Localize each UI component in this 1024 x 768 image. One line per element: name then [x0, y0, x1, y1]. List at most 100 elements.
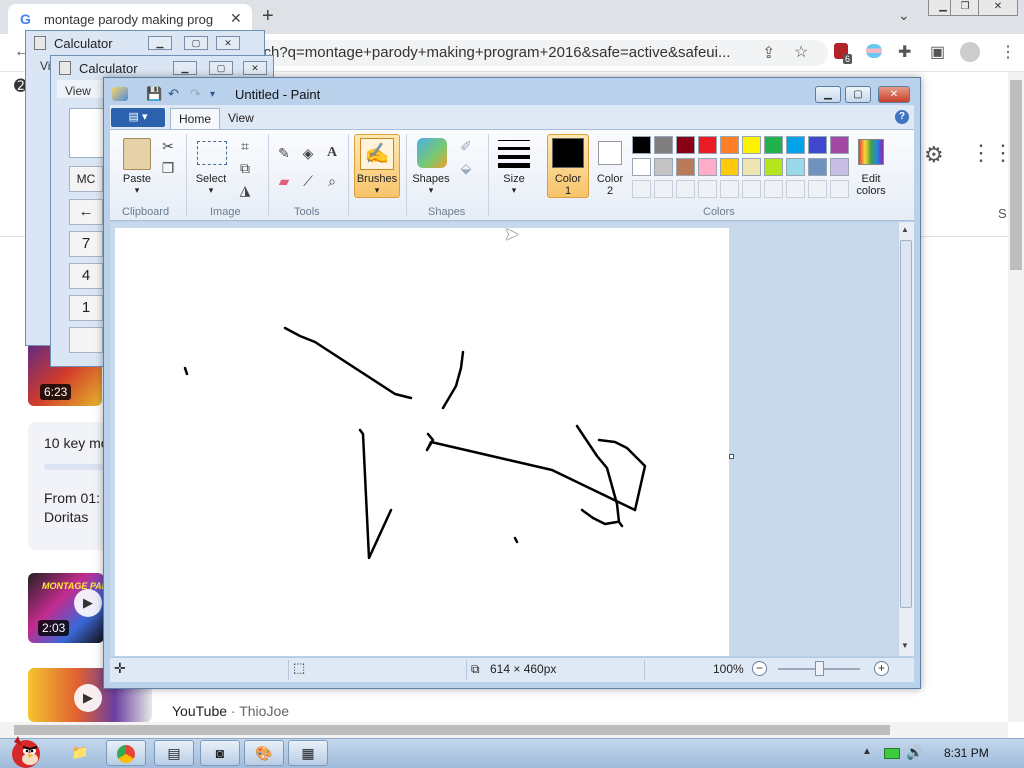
calc-close-button[interactable]: ✕: [216, 36, 240, 50]
palette-swatch[interactable]: [676, 136, 695, 154]
paint-maximize-button[interactable]: ▢: [845, 86, 871, 103]
scroll-down-icon[interactable]: ▼: [901, 641, 909, 650]
key-moment-label[interactable]: Doritas: [44, 509, 88, 525]
zoom-in-button[interactable]: +: [874, 661, 889, 676]
start-button[interactable]: [4, 732, 44, 768]
drawing-canvas[interactable]: [115, 228, 729, 656]
palette-swatch[interactable]: [786, 136, 805, 154]
palette-swatch[interactable]: [654, 158, 673, 176]
palette-empty-swatch[interactable]: [764, 180, 783, 198]
paste-dropdown-icon[interactable]: ▾: [118, 185, 156, 196]
select-dropdown-icon[interactable]: ▾: [192, 185, 230, 196]
calc-key-1[interactable]: 1: [69, 295, 103, 321]
rotate-icon[interactable]: ◮: [235, 180, 255, 200]
scroll-up-icon[interactable]: ▲: [901, 225, 909, 234]
calc-key-0[interactable]: [69, 327, 103, 353]
calc-key-4[interactable]: 4: [69, 263, 103, 289]
palette-swatch[interactable]: [654, 136, 673, 154]
explorer-taskbar-icon[interactable]: 📁: [62, 740, 98, 766]
paste-button[interactable]: Paste: [118, 173, 156, 185]
volume-icon[interactable]: 🔊: [906, 744, 923, 761]
close-tab-icon[interactable]: ✕: [230, 10, 242, 27]
palette-empty-swatch[interactable]: [742, 180, 761, 198]
extension-flag-icon[interactable]: [866, 44, 882, 58]
page-hscroll-thumb[interactable]: [14, 725, 890, 735]
palette-swatch[interactable]: [830, 136, 849, 154]
battery-icon[interactable]: [884, 748, 900, 759]
play-icon[interactable]: ▶: [74, 589, 102, 617]
paint-minimize-button[interactable]: ▁: [815, 86, 841, 103]
menu-kebab-icon[interactable]: ⋮: [1000, 42, 1016, 62]
paint-close-button[interactable]: ✕: [878, 86, 910, 103]
key-moment-time[interactable]: From 01:: [44, 490, 100, 506]
select-icon[interactable]: [197, 141, 227, 165]
palette-swatch[interactable]: [808, 158, 827, 176]
calc-minimize-button[interactable]: ▁: [148, 36, 172, 50]
text-tool-icon[interactable]: A: [322, 143, 342, 163]
brushes-dropdown-icon[interactable]: ▾: [354, 185, 400, 196]
calc-key-7[interactable]: 7: [69, 231, 103, 257]
outline-icon[interactable]: ✐: [456, 136, 476, 156]
extensions-puzzle-icon[interactable]: ✚: [898, 42, 911, 62]
pencil-icon[interactable]: ✎: [274, 143, 294, 163]
select-button[interactable]: Select: [192, 173, 230, 185]
calc-mc-button[interactable]: MC: [69, 166, 103, 192]
eraser-icon[interactable]: ▰: [274, 171, 294, 191]
new-tab-button[interactable]: +: [262, 5, 274, 28]
share-icon[interactable]: ⇪: [762, 43, 775, 63]
palette-swatch[interactable]: [720, 136, 739, 154]
cut-icon[interactable]: ✂: [158, 136, 178, 156]
redo-icon[interactable]: ↷: [190, 86, 201, 102]
shapes-dropdown-icon[interactable]: ▾: [410, 185, 452, 196]
calc-close-button[interactable]: ✕: [243, 61, 267, 75]
palette-empty-swatch[interactable]: [632, 180, 651, 198]
calc-menu-view[interactable]: Vi: [40, 59, 50, 73]
palette-swatch[interactable]: [676, 158, 695, 176]
paint-taskbar-icon[interactable]: 🎨: [244, 740, 284, 766]
paint-file-menu-button[interactable]: ▤ ▾: [111, 108, 165, 127]
palette-empty-swatch[interactable]: [808, 180, 827, 198]
shapes-button[interactable]: Shapes: [410, 173, 452, 185]
palette-empty-swatch[interactable]: [698, 180, 717, 198]
palette-swatch[interactable]: [764, 158, 783, 176]
address-bar-url[interactable]: sch?q=montage+parody+making+program+2016…: [256, 44, 730, 61]
tab-home[interactable]: Home: [170, 108, 220, 130]
size-button[interactable]: Size: [494, 173, 534, 185]
profile-avatar[interactable]: [960, 42, 980, 62]
palette-swatch[interactable]: [830, 158, 849, 176]
canvas-resize-handle[interactable]: [729, 454, 734, 459]
browser-restore-button[interactable]: ❐: [950, 0, 980, 16]
canvas-scroll-thumb[interactable]: [900, 240, 912, 608]
palette-empty-swatch[interactable]: [676, 180, 695, 198]
taskbar-clock[interactable]: 8:31 PM: [944, 746, 989, 760]
calc-maximize-button[interactable]: ▢: [184, 36, 208, 50]
resize-icon[interactable]: ⧉: [235, 158, 255, 178]
clipboard-icon[interactable]: [123, 138, 151, 170]
bookmark-star-icon[interactable]: ☆: [794, 42, 808, 62]
page-scroll-thumb[interactable]: [1010, 80, 1022, 270]
side-panel-icon[interactable]: ▣: [930, 42, 945, 62]
calc-backspace-button[interactable]: ←: [69, 199, 103, 225]
chrome-taskbar-icon[interactable]: [106, 740, 146, 766]
help-icon[interactable]: ?: [895, 110, 909, 124]
zoom-slider-handle[interactable]: [815, 661, 824, 676]
tab-view[interactable]: View: [228, 111, 254, 125]
chevron-down-icon[interactable]: ⌄: [898, 7, 910, 24]
shapes-icon[interactable]: [417, 138, 447, 168]
color2-swatch[interactable]: [598, 141, 622, 165]
copy-icon[interactable]: ❐: [158, 158, 178, 178]
magnifier-icon[interactable]: ⌕: [322, 171, 342, 191]
edit-colors-icon[interactable]: [858, 139, 884, 165]
calculator-taskbar-icon[interactable]: ▦: [288, 740, 328, 766]
palette-swatch[interactable]: [742, 158, 761, 176]
palette-swatch[interactable]: [698, 136, 717, 154]
notepad-taskbar-icon[interactable]: ▤: [154, 740, 194, 766]
palette-empty-swatch[interactable]: [786, 180, 805, 198]
palette-swatch[interactable]: [632, 136, 651, 154]
zoom-out-button[interactable]: −: [752, 661, 767, 676]
palette-empty-swatch[interactable]: [830, 180, 849, 198]
palette-swatch[interactable]: [698, 158, 717, 176]
crop-icon[interactable]: ⌗: [235, 136, 255, 156]
fill-bucket-icon[interactable]: ◈: [298, 143, 318, 163]
tray-expand-icon[interactable]: ▲: [862, 746, 872, 757]
